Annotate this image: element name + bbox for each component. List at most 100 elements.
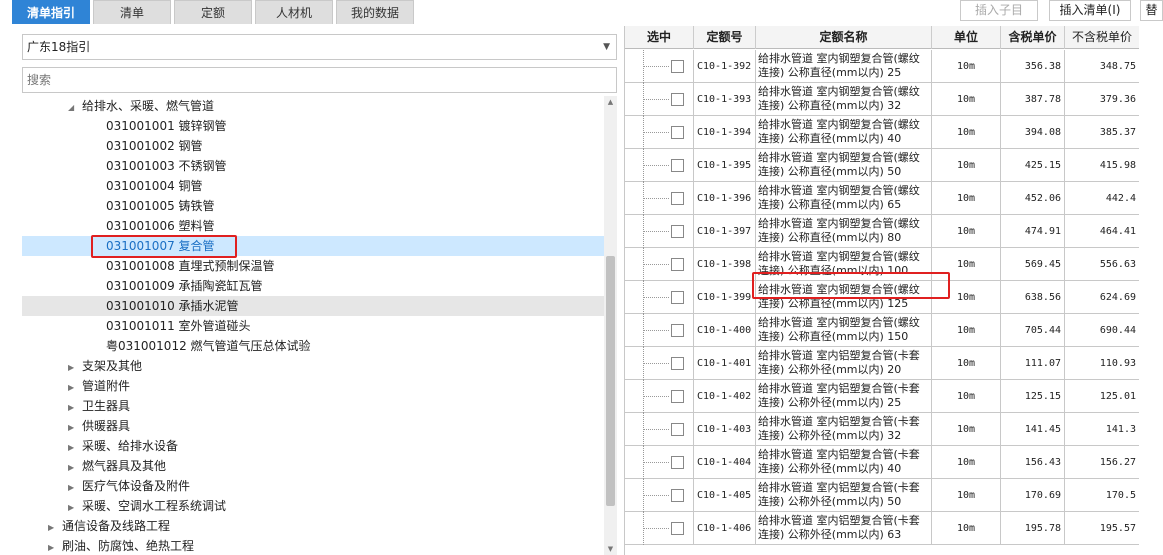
table-row[interactable]: C10-1-396 给排水管道 室内钢塑复合管(螺纹连接) 公称直径(mm以内) … <box>625 182 1139 215</box>
tree-node[interactable]: ▶ 管道附件 <box>22 376 604 396</box>
row-checkbox[interactable] <box>671 291 684 304</box>
guide-select[interactable]: 广东18指引 ▼ <box>22 34 617 60</box>
caret-collapsed-icon[interactable]: ▶ <box>68 478 82 498</box>
tree-node[interactable]: ▶ 采暖、给排水设备 <box>22 436 604 456</box>
col-header-unit[interactable]: 单位 <box>932 26 1001 49</box>
tree-node[interactable]: 031001001 镀锌钢管 <box>22 116 604 136</box>
tree-line <box>643 528 669 529</box>
tree-node[interactable]: 031001006 塑料管 <box>22 216 604 236</box>
tree-node[interactable]: ▶ 燃气器具及其他 <box>22 456 604 476</box>
table-row[interactable]: C10-1-400 给排水管道 室内钢塑复合管(螺纹连接) 公称直径(mm以内) … <box>625 314 1139 347</box>
table-row[interactable]: C10-1-394 给排水管道 室内钢塑复合管(螺纹连接) 公称直径(mm以内) … <box>625 116 1139 149</box>
col-header-select[interactable]: 选中 <box>625 26 694 49</box>
tab-my-data[interactable]: 我的数据 <box>336 0 414 24</box>
table-row[interactable]: C10-1-395 给排水管道 室内钢塑复合管(螺纹连接) 公称直径(mm以内) … <box>625 149 1139 182</box>
tree-node[interactable]: 031001003 不锈钢管 <box>22 156 604 176</box>
quota-code: C10-1-401 <box>694 347 756 380</box>
row-checkbox[interactable] <box>671 93 684 106</box>
caret-collapsed-icon[interactable]: ▶ <box>48 518 62 538</box>
tab-list-guide[interactable]: 清单指引 <box>12 0 90 24</box>
tab-labor-material[interactable]: 人材机 <box>255 0 333 24</box>
table-row[interactable]: C10-1-406 给排水管道 室内铝塑复合管(卡套连接) 公称外径(mm以内) … <box>625 512 1139 545</box>
tree-node[interactable]: ▶ 通信设备及线路工程 <box>22 516 604 536</box>
table-row[interactable]: C10-1-405 给排水管道 室内铝塑复合管(卡套连接) 公称外径(mm以内) … <box>625 479 1139 512</box>
insert-list-button[interactable]: 插入清单(I) <box>1049 0 1131 21</box>
row-checkbox[interactable] <box>671 225 684 238</box>
row-checkbox[interactable] <box>671 324 684 337</box>
tree-node-label: 燃气器具及其他 <box>82 459 167 473</box>
tree-line <box>643 462 669 463</box>
scrollbar-thumb[interactable] <box>606 256 615 506</box>
col-header-price-tax[interactable]: 含税单价 <box>1001 26 1065 49</box>
quota-name: 给排水管道 室内钢塑复合管(螺纹连接) 公称直径(mm以内) 150 <box>756 314 932 347</box>
caret-collapsed-icon[interactable]: ▶ <box>68 358 82 378</box>
tree-node-label: 031001010 承插水泥管 <box>106 299 239 313</box>
tab-list[interactable]: 清单 <box>93 0 171 24</box>
caret-collapsed-icon[interactable]: ▶ <box>68 378 82 398</box>
insert-sub-item-button[interactable]: 插入子目 <box>960 0 1038 21</box>
quota-code: C10-1-394 <box>694 116 756 149</box>
tree-node[interactable]: 031001009 承插陶瓷缸瓦管 <box>22 276 604 296</box>
row-checkbox[interactable] <box>671 258 684 271</box>
caret-collapsed-icon[interactable]: ▶ <box>68 418 82 438</box>
row-checkbox[interactable] <box>671 192 684 205</box>
tree-node-label: 031001004 铜管 <box>106 179 203 193</box>
tree-node[interactable]: 031001005 铸铁管 <box>22 196 604 216</box>
caret-collapsed-icon[interactable]: ▶ <box>68 398 82 418</box>
row-checkbox[interactable] <box>671 159 684 172</box>
table-row[interactable]: C10-1-404 给排水管道 室内铝塑复合管(卡套连接) 公称外径(mm以内) … <box>625 446 1139 479</box>
tree-node-label: 刷油、防腐蚀、绝热工程 <box>62 539 195 553</box>
tree-node[interactable]: ▶ 卫生器具 <box>22 396 604 416</box>
tree-node[interactable]: ▶ 医疗气体设备及附件 <box>22 476 604 496</box>
tree-node[interactable]: ◢ 给排水、采暖、燃气管道 <box>22 96 604 116</box>
tree-node[interactable]: ▶ 采暖、空调水工程系统调试 <box>22 496 604 516</box>
col-header-price-notax[interactable]: 不含税单价 <box>1065 26 1139 49</box>
caret-collapsed-icon[interactable]: ▶ <box>48 538 62 555</box>
search-input[interactable] <box>22 67 617 93</box>
table-row[interactable]: C10-1-397 给排水管道 室内钢塑复合管(螺纹连接) 公称直径(mm以内) … <box>625 215 1139 248</box>
tree-node[interactable]: 031001007 复合管 <box>22 236 604 256</box>
tree-node[interactable]: 031001008 直埋式预制保温管 <box>22 256 604 276</box>
row-checkbox[interactable] <box>671 456 684 469</box>
table-row[interactable]: C10-1-403 给排水管道 室内铝塑复合管(卡套连接) 公称外径(mm以内) … <box>625 413 1139 446</box>
row-checkbox[interactable] <box>671 126 684 139</box>
row-checkbox[interactable] <box>671 423 684 436</box>
tree-node[interactable]: 粤031001012 燃气管道气压总体试验 <box>22 336 604 356</box>
tree-node[interactable]: ▶ 供暖器具 <box>22 416 604 436</box>
quota-unit: 10m <box>932 50 1001 83</box>
tree-scrollbar[interactable]: ▲ ▼ <box>604 96 617 555</box>
col-header-name[interactable]: 定额名称 <box>756 26 932 49</box>
tree-node[interactable]: 031001004 铜管 <box>22 176 604 196</box>
quota-unit: 10m <box>932 182 1001 215</box>
tree-node[interactable]: ▶ 刷油、防腐蚀、绝热工程 <box>22 536 604 555</box>
table-row[interactable]: C10-1-401 给排水管道 室内铝塑复合管(卡套连接) 公称外径(mm以内) … <box>625 347 1139 380</box>
select-cell <box>625 446 694 479</box>
tree-node[interactable]: 031001011 室外管道碰头 <box>22 316 604 336</box>
col-header-code[interactable]: 定额号 <box>694 26 756 49</box>
row-checkbox[interactable] <box>671 60 684 73</box>
row-checkbox[interactable] <box>671 522 684 535</box>
caret-collapsed-icon[interactable]: ▶ <box>68 498 82 518</box>
quota-unit: 10m <box>932 512 1001 545</box>
row-checkbox[interactable] <box>671 390 684 403</box>
row-checkbox[interactable] <box>671 357 684 370</box>
table-row[interactable]: C10-1-393 给排水管道 室内钢塑复合管(螺纹连接) 公称直径(mm以内) … <box>625 83 1139 116</box>
tree-node[interactable]: 031001010 承插水泥管 <box>22 296 604 316</box>
table-row[interactable]: C10-1-398 给排水管道 室内钢塑复合管(螺纹连接) 公称直径(mm以内) … <box>625 248 1139 281</box>
tree-node[interactable]: 031001002 钢管 <box>22 136 604 156</box>
caret-collapsed-icon[interactable]: ▶ <box>68 458 82 478</box>
row-checkbox[interactable] <box>671 489 684 502</box>
tree-line <box>643 297 669 298</box>
replace-button[interactable]: 替 <box>1140 0 1163 21</box>
select-cell <box>625 50 694 83</box>
scroll-down-icon[interactable]: ▼ <box>604 543 617 555</box>
table-row[interactable]: C10-1-399 给排水管道 室内钢塑复合管(螺纹连接) 公称直径(mm以内) … <box>625 281 1139 314</box>
caret-expanded-icon[interactable]: ◢ <box>68 98 82 118</box>
caret-collapsed-icon[interactable]: ▶ <box>68 438 82 458</box>
scroll-up-icon[interactable]: ▲ <box>604 96 617 108</box>
tab-quota[interactable]: 定额 <box>174 0 252 24</box>
quota-name: 给排水管道 室内铝塑复合管(卡套连接) 公称外径(mm以内) 25 <box>756 380 932 413</box>
tree-node[interactable]: ▶ 支架及其他 <box>22 356 604 376</box>
table-row[interactable]: C10-1-392 给排水管道 室内钢塑复合管(螺纹连接) 公称直径(mm以内) … <box>625 50 1139 83</box>
table-row[interactable]: C10-1-402 给排水管道 室内铝塑复合管(卡套连接) 公称外径(mm以内) … <box>625 380 1139 413</box>
